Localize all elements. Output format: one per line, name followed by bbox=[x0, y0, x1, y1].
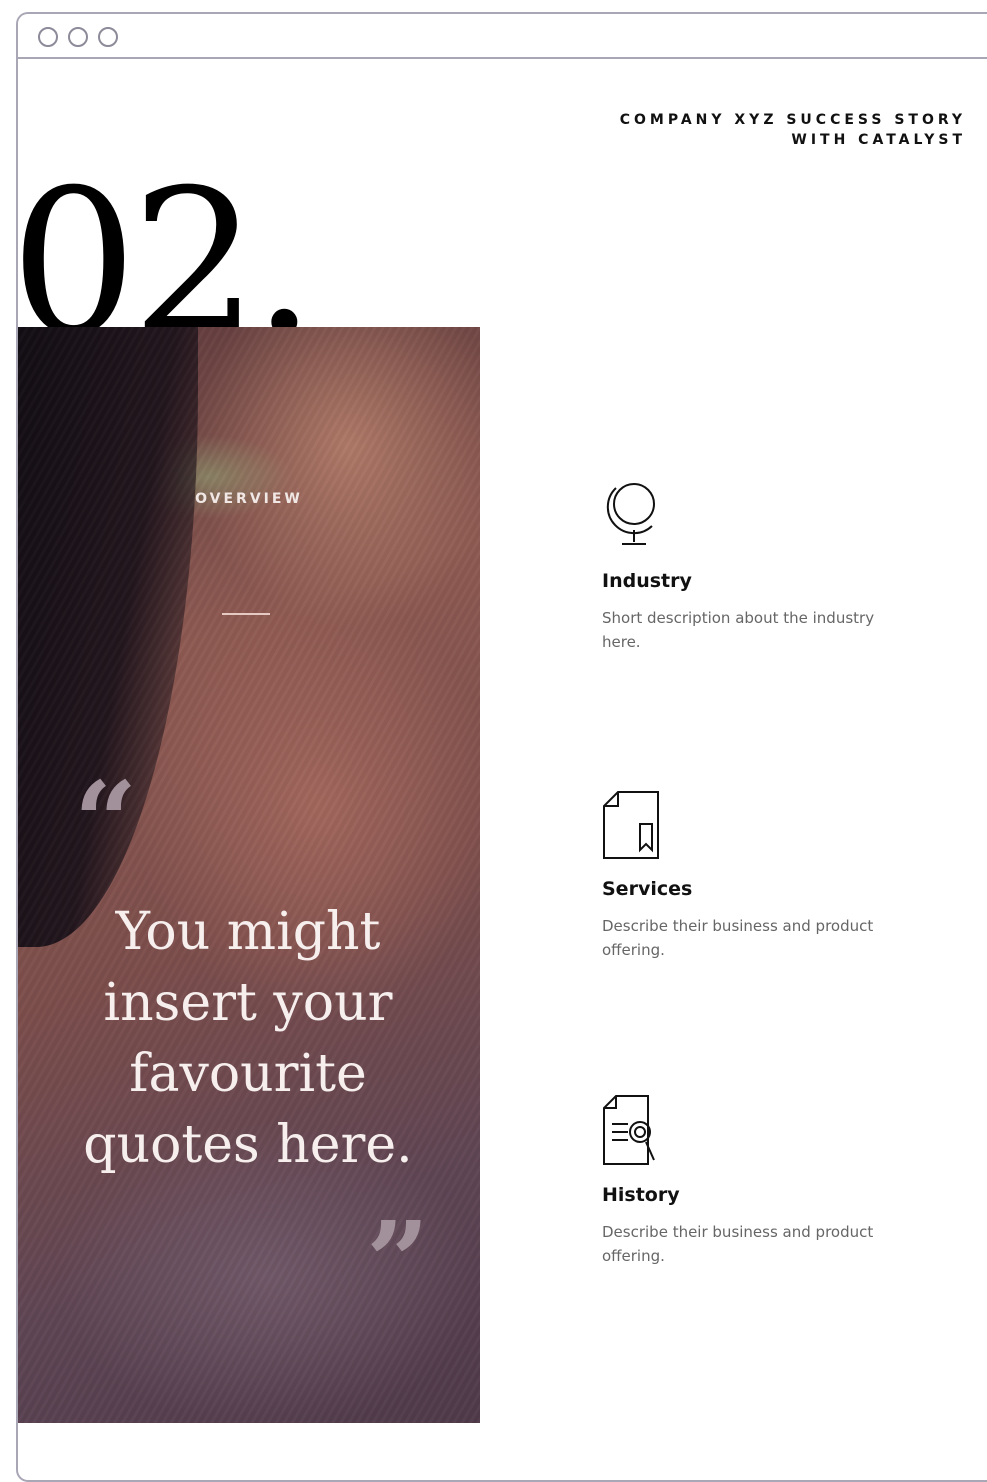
feature-description: Describe their business and product offe… bbox=[602, 1223, 874, 1265]
feature-title: Services bbox=[602, 878, 693, 900]
window-maximize-button[interactable] bbox=[98, 27, 118, 47]
page-header-title: COMPANY XYZ SUCCESS STORY WITH CATALYST bbox=[620, 110, 966, 150]
window-minimize-button[interactable] bbox=[68, 27, 88, 47]
close-quote-icon: ” bbox=[366, 1197, 430, 1326]
browser-window: COMPANY XYZ SUCCESS STORY WITH CATALYST … bbox=[16, 12, 987, 1482]
feature-title: History bbox=[602, 1184, 680, 1206]
document-bookmark-icon bbox=[603, 791, 659, 859]
overview-label: OVERVIEW bbox=[195, 491, 303, 507]
globe-icon bbox=[606, 483, 655, 545]
feature-history: History Describe their business and prod… bbox=[602, 1090, 882, 1268]
feature-industry: Industry Short description about the ind… bbox=[602, 476, 882, 654]
hero-quote: You might insert your favourite quotes h… bbox=[83, 902, 413, 1175]
document-search-icon bbox=[603, 1095, 655, 1165]
window-close-button[interactable] bbox=[38, 27, 58, 47]
header-title-line-1: COMPANY XYZ SUCCESS STORY bbox=[619, 112, 966, 128]
feature-services: Services Describe their business and pro… bbox=[602, 784, 882, 962]
feature-description: Describe their business and product offe… bbox=[602, 917, 874, 959]
feature-title: Industry bbox=[602, 570, 692, 592]
feature-description: Short description about the industry her… bbox=[602, 609, 875, 651]
overview-divider bbox=[222, 613, 270, 615]
window-titlebar bbox=[18, 14, 987, 59]
header-title-line-2: WITH CATALYST bbox=[791, 132, 966, 148]
overview-hero-image: OVERVIEW “ You might insert your favouri… bbox=[18, 327, 480, 1423]
open-quote-icon: “ bbox=[74, 757, 138, 886]
